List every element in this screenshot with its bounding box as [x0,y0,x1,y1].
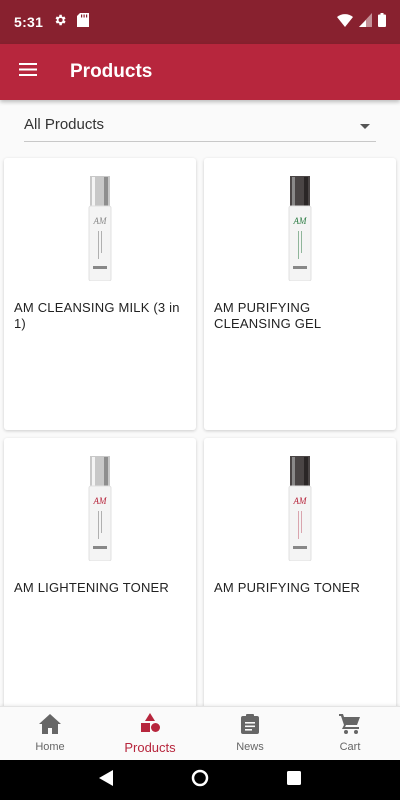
product-card[interactable]: AM AM CLEANSING MILK (3 in 1) [4,158,196,430]
product-card[interactable]: AM AM PURIFYING CLEANSING GEL [204,158,396,430]
home-circle-icon[interactable] [191,769,209,792]
svg-text:AM: AM [293,216,307,226]
battery-icon [378,12,386,32]
svg-text:AM: AM [293,496,307,506]
svg-text:AM: AM [93,496,107,506]
category-filter-value: All Products [24,116,105,133]
nav-item-products[interactable]: Products [100,707,200,760]
category-filter-dropdown[interactable]: All Products [24,108,376,142]
bottom-navigation: Home Products News Cart [0,706,400,760]
product-name: AM CLEANSING MILK (3 in 1) [14,300,180,331]
product-grid: AM AM CLEANSING MILK (3 in 1) AM AM PURI… [4,158,396,710]
nav-item-news[interactable]: News [200,707,300,760]
back-icon[interactable] [99,769,113,791]
dropdown-arrow-icon [360,116,370,134]
status-time: 5:31 [14,14,44,30]
app-bar: Products [0,44,400,100]
gear-icon [53,13,67,32]
wifi-icon [337,13,353,32]
product-bottle-image: AM [80,456,120,562]
svg-text:AM: AM [93,216,107,226]
product-bottle-image: AM [80,176,120,282]
page-title: Products [70,61,153,82]
cart-icon [339,714,361,739]
nav-label-cart: Cart [339,741,361,753]
product-bottle-image: AM [280,456,320,562]
clipboard-icon [241,714,259,739]
nav-item-home[interactable]: Home [0,707,100,760]
system-navigation-bar [0,760,400,800]
product-card[interactable]: AM AM LIGHTENING TONER [4,438,196,710]
home-icon [39,714,61,739]
product-bottle-image: AM [280,176,320,282]
nav-label-products: Products [124,739,176,755]
status-bar: 5:31 [0,0,400,44]
product-name: AM PURIFYING CLEANSING GEL [214,300,322,331]
product-name: AM LIGHTENING TONER [14,580,170,595]
nav-item-cart[interactable]: Cart [300,707,400,760]
shapes-icon [139,712,161,738]
product-card[interactable]: AM AM PURIFYING TONER [204,438,396,710]
sd-card-icon [77,12,90,32]
recents-icon[interactable] [287,770,301,790]
signal-icon [359,12,372,32]
nav-label-home: Home [35,741,65,753]
hamburger-menu-icon [19,63,37,81]
nav-label-news: News [236,741,264,753]
menu-button[interactable] [0,44,56,100]
product-name: AM PURIFYING TONER [214,580,361,595]
